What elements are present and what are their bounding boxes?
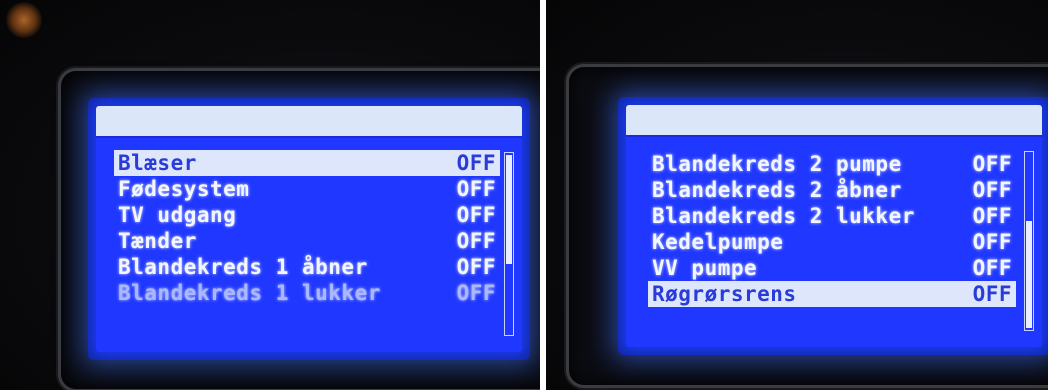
menu-item-taender[interactable]: Tænder OFF — [114, 228, 500, 254]
menu-item-foedesystem[interactable]: Fødesystem OFF — [114, 176, 500, 202]
menu-item-state: OFF — [456, 281, 496, 305]
photo-right-controller: Blandekreds 2 pumpe OFF Blandekreds 2 åb… — [546, 0, 1048, 390]
menu-item-label: Tænder — [118, 229, 197, 253]
menu-item-label: VV pumpe — [652, 256, 758, 280]
menu-item-label: Fødesystem — [118, 177, 250, 201]
menu-item-label: Blandekreds 2 åbner — [652, 178, 902, 202]
photo-left-controller: Blæser OFF Fødesystem OFF TV udgang OFF … — [0, 0, 540, 390]
menu-item-state: OFF — [456, 229, 496, 253]
menu-item-state: OFF — [972, 282, 1012, 306]
menu-item-roegroersrens[interactable]: Røgrørsrens OFF — [648, 281, 1016, 307]
menu-item-blandekreds-2-pumpe[interactable]: Blandekreds 2 pumpe OFF — [648, 151, 1016, 177]
menu-item-state: OFF — [456, 151, 496, 175]
menu-item-state: OFF — [972, 256, 1012, 280]
menu-item-blandekreds-2-aabner[interactable]: Blandekreds 2 åbner OFF — [648, 177, 1016, 203]
menu-item-state: OFF — [972, 204, 1012, 228]
menu-item-label: Blæser — [118, 151, 197, 175]
lcd-panel: Blandekreds 2 pumpe OFF Blandekreds 2 åb… — [626, 105, 1042, 347]
lcd-title-bar — [96, 106, 522, 138]
scrollbar[interactable] — [1024, 151, 1034, 331]
menu-item-label: Røgrørsrens — [652, 282, 797, 306]
lcd-title-bar — [626, 105, 1042, 137]
menu-item-blandekreds-2-lukker[interactable]: Blandekreds 2 lukker OFF — [648, 203, 1016, 229]
menu-item-state: OFF — [972, 152, 1012, 176]
menu-item-state: OFF — [456, 255, 496, 279]
menu-item-kedelpumpe[interactable]: Kedelpumpe OFF — [648, 229, 1016, 255]
scrollbar[interactable] — [504, 152, 514, 336]
output-menu-list: Blæser OFF Fødesystem OFF TV udgang OFF … — [114, 150, 500, 306]
status-led-icon — [6, 2, 42, 38]
menu-item-label: Blandekreds 1 åbner — [118, 255, 368, 279]
menu-item-tv-udgang[interactable]: TV udgang OFF — [114, 202, 500, 228]
lcd-panel: Blæser OFF Fødesystem OFF TV udgang OFF … — [96, 106, 522, 352]
output-menu-list: Blandekreds 2 pumpe OFF Blandekreds 2 åb… — [648, 151, 1016, 307]
menu-item-state: OFF — [972, 230, 1012, 254]
menu-item-blandekreds-1-lukker[interactable]: Blandekreds 1 lukker OFF — [114, 280, 500, 306]
lcd-screen-left: Blæser OFF Fødesystem OFF TV udgang OFF … — [88, 98, 530, 360]
menu-item-label: Blandekreds 2 pumpe — [652, 152, 902, 176]
menu-item-state: OFF — [456, 203, 496, 227]
menu-item-blaeser[interactable]: Blæser OFF — [114, 150, 500, 176]
menu-item-label: Blandekreds 2 lukker — [652, 204, 915, 228]
menu-item-label: Blandekreds 1 lukker — [118, 281, 381, 305]
menu-item-label: Kedelpumpe — [652, 230, 784, 254]
menu-item-blandekreds-1-aabner[interactable]: Blandekreds 1 åbner OFF — [114, 254, 500, 280]
menu-item-state: OFF — [456, 177, 496, 201]
scroll-thumb[interactable] — [506, 155, 512, 265]
lcd-screen-right: Blandekreds 2 pumpe OFF Blandekreds 2 åb… — [618, 97, 1048, 355]
menu-item-state: OFF — [972, 178, 1012, 202]
scroll-thumb[interactable] — [1026, 221, 1032, 328]
menu-item-vv-pumpe[interactable]: VV pumpe OFF — [648, 255, 1016, 281]
menu-item-label: TV udgang — [118, 203, 237, 227]
